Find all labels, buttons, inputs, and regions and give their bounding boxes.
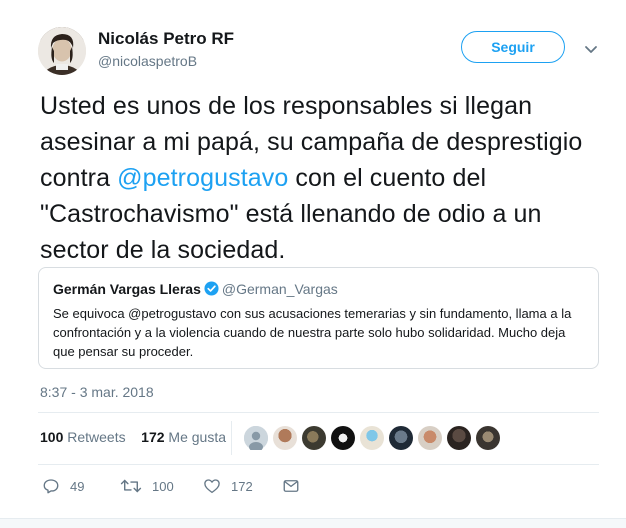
mention-link[interactable]: @petrogustavo xyxy=(117,164,288,192)
envelope-icon xyxy=(283,480,299,492)
retweet-icon xyxy=(120,479,142,493)
reply-count: 49 xyxy=(70,478,85,494)
chevron-down-icon[interactable] xyxy=(583,41,599,57)
tweet-text: Usted es unos de los responsables si lle… xyxy=(40,88,610,268)
retweet-count: 100 xyxy=(152,478,174,494)
author-handle[interactable]: @nicolaspetroB xyxy=(98,53,197,69)
divider-bottom xyxy=(38,464,599,465)
like-count: 172 xyxy=(231,478,253,494)
author-avatar[interactable] xyxy=(38,27,86,75)
quoted-author-name: Germán Vargas Lleras xyxy=(53,281,201,297)
liker-avatar[interactable] xyxy=(476,426,500,450)
chevron-svg xyxy=(585,46,597,53)
liker-avatar[interactable] xyxy=(389,426,413,450)
follow-button[interactable]: Seguir xyxy=(461,31,565,63)
quoted-tweet[interactable]: Germán Vargas Lleras @German_Vargas Se eq… xyxy=(38,267,599,369)
likes-count: 172 xyxy=(141,429,165,445)
quoted-tweet-header: Germán Vargas Lleras @German_Vargas xyxy=(53,280,584,300)
tweet-timestamp[interactable]: 8:37 - 3 mar. 2018 xyxy=(40,384,154,400)
likes-label: Me gusta xyxy=(168,429,227,445)
author-name[interactable]: Nicolás Petro RF xyxy=(98,29,234,49)
retweets-label: Retweets xyxy=(67,429,126,445)
heart-icon xyxy=(204,479,220,494)
liker-avatar[interactable] xyxy=(447,426,471,450)
retweets-count: 100 xyxy=(40,429,64,445)
liker-avatar[interactable] xyxy=(418,426,442,450)
tweet-card: Nicolás Petro RF @nicolaspetroB Seguir U… xyxy=(0,0,626,528)
liker-avatar[interactable] xyxy=(302,426,326,450)
reply-action[interactable]: 49 xyxy=(42,477,84,495)
quoted-author-handle: @German_Vargas xyxy=(221,281,338,297)
retweet-action[interactable]: 100 xyxy=(120,477,174,495)
quoted-tweet-text: Se equivoca @petrogustavo con sus acusac… xyxy=(53,306,572,359)
likers-avatars xyxy=(244,426,500,452)
liker-avatar[interactable] xyxy=(273,426,297,450)
direct-message-action[interactable] xyxy=(282,477,300,495)
avatar-image xyxy=(38,27,86,75)
liker-avatar[interactable] xyxy=(360,426,384,450)
liker-avatar[interactable] xyxy=(331,426,355,450)
tweet-stats: 100 Retweets 172 Me gusta xyxy=(40,429,226,445)
liker-avatar[interactable] xyxy=(244,426,268,452)
likes-stat[interactable]: 172 Me gusta xyxy=(141,429,226,445)
verified-icon xyxy=(204,281,219,300)
divider-top xyxy=(38,412,599,413)
stats-separator xyxy=(231,421,232,455)
like-action[interactable]: 172 xyxy=(203,477,253,495)
retweets-stat[interactable]: 100 Retweets xyxy=(40,429,126,445)
reply-icon xyxy=(43,479,59,494)
